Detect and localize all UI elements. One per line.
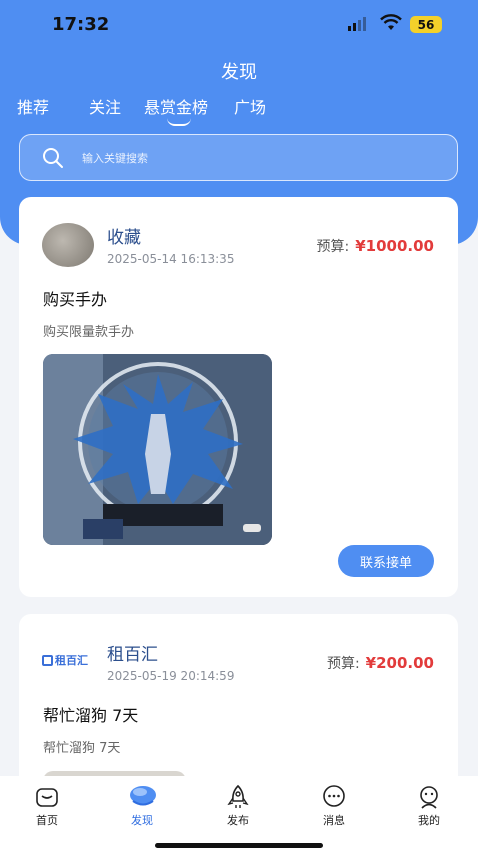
budget-label: 预算:	[326, 656, 360, 672]
logo-mark-icon	[42, 654, 53, 666]
bottom-navigation: 首页 发现 发布 消息 我的	[0, 776, 478, 850]
nav-label: 首页	[36, 814, 58, 827]
nav-label: 发现	[131, 814, 153, 827]
nav-discover[interactable]: 发现	[112, 784, 172, 828]
poster-name: 租百汇	[107, 645, 158, 665]
poster-name: 收藏	[107, 228, 141, 248]
nav-label: 我的	[418, 814, 440, 827]
budget: 预算: ¥1000.00	[317, 236, 434, 256]
post-image[interactable]	[43, 354, 272, 545]
nav-home[interactable]: 首页	[17, 784, 77, 828]
nav-messages[interactable]: 消息	[304, 784, 364, 828]
tab-bar: 推荐 关注 悬赏金榜 广场	[0, 94, 478, 124]
post-title: 购买手办	[43, 290, 108, 309]
search-input[interactable]	[82, 145, 422, 171]
status-time: 17:32	[52, 14, 110, 35]
page-title: 发现	[221, 62, 257, 83]
post-date: 2025-05-19 20:14:59	[107, 669, 235, 683]
nav-profile[interactable]: 我的	[399, 784, 459, 828]
tab-bounty-list[interactable]: 悬赏金榜	[144, 94, 208, 118]
post-title: 帮忙溜狗 7天	[43, 706, 139, 725]
battery-icon: 56	[410, 16, 442, 33]
contact-order-button[interactable]: 联系接单	[338, 545, 434, 577]
tab-recommend[interactable]: 推荐	[17, 94, 49, 118]
tab-follow[interactable]: 关注	[89, 94, 121, 118]
company-logo[interactable]: 租百汇	[42, 650, 98, 670]
post-date: 2025-05-14 16:13:35	[107, 252, 235, 266]
post-description: 帮忙溜狗 7天	[43, 741, 121, 756]
message-icon	[321, 784, 347, 810]
wifi-icon	[380, 14, 402, 36]
post-description: 购买限量款手办	[43, 325, 135, 340]
home-indicator[interactable]	[155, 843, 323, 848]
nav-label: 消息	[323, 814, 345, 827]
budget: 预算: ¥200.00	[327, 653, 434, 673]
tab-square[interactable]: 广场	[234, 94, 266, 118]
avatar[interactable]	[42, 223, 94, 267]
budget-amount: ¥200.00	[365, 654, 434, 672]
budget-amount: ¥1000.00	[355, 237, 434, 255]
search-icon	[42, 147, 64, 173]
signal-icon	[348, 17, 366, 31]
profile-icon	[416, 784, 442, 810]
logo-text: 租百汇	[55, 654, 88, 667]
home-icon	[34, 784, 60, 810]
discover-icon	[129, 784, 156, 810]
bounty-card[interactable]: 收藏 2025-05-14 16:13:35 预算: ¥1000.00 购买手办 …	[19, 197, 458, 597]
rocket-icon	[225, 784, 251, 810]
budget-label: 预算:	[316, 239, 350, 255]
nav-publish[interactable]: 发布	[208, 784, 268, 828]
nav-label: 发布	[227, 814, 249, 827]
search-bar[interactable]	[19, 134, 458, 181]
status-bar: 17:32 56	[0, 0, 478, 50]
